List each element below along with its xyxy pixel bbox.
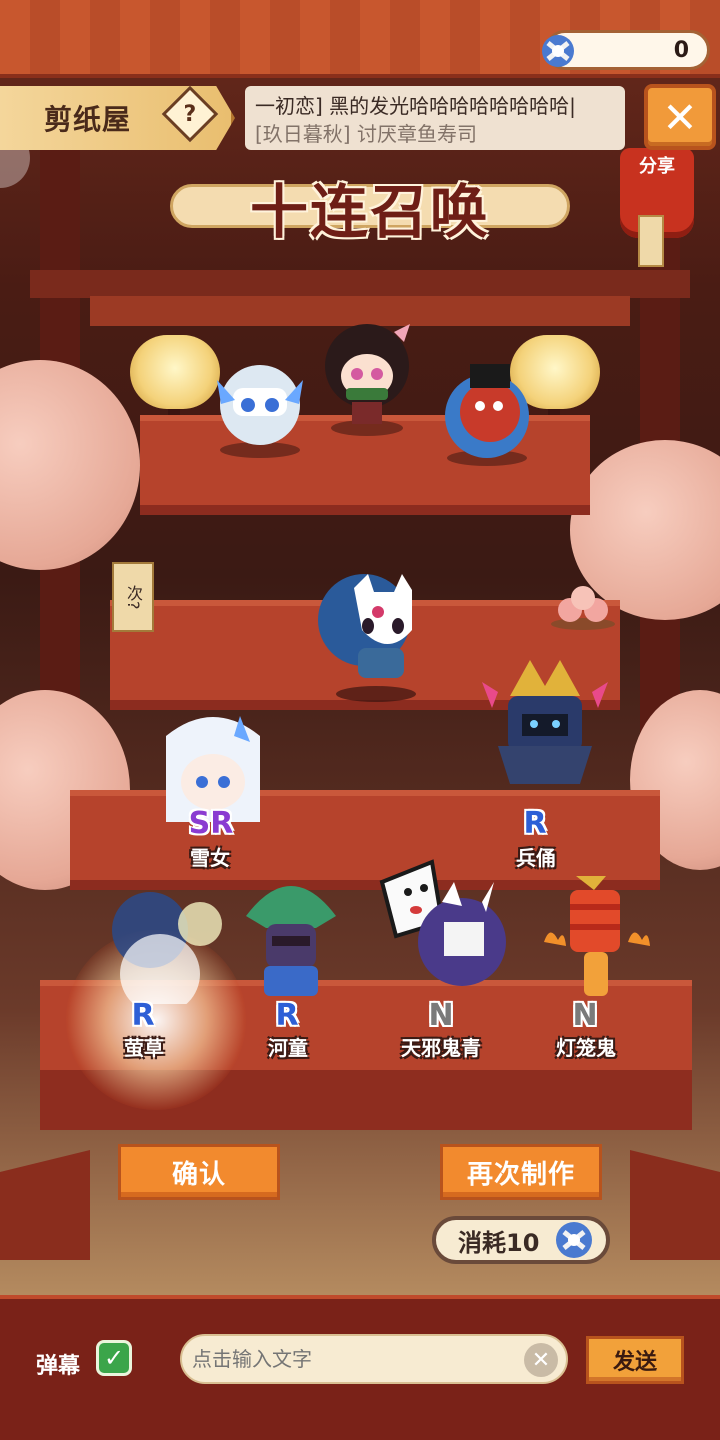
- dango-plate: [548, 586, 618, 632]
- cost-label: 消耗10: [458, 1228, 540, 1257]
- share-label: 分享: [639, 156, 675, 177]
- ticker-line: [玖日暮秋] 讨厌章鱼寿司: [255, 122, 477, 146]
- summon-name-hotarugusa: 萤草: [124, 1036, 164, 1060]
- page-title: 剪纸屋: [44, 103, 132, 136]
- token-counter: 0: [542, 30, 710, 70]
- character-red-demon: [432, 358, 542, 468]
- character-ice-spirit: [205, 360, 315, 460]
- danmu-toggle[interactable]: ✓: [96, 1340, 132, 1376]
- summon-name-amanojaku-ao: 天邪鬼青: [401, 1036, 481, 1060]
- summon-again-button[interactable]: 再次制作: [440, 1144, 602, 1200]
- rarity-badge-r: R: [131, 998, 155, 1033]
- fence-right: [630, 1150, 720, 1260]
- summon-card-6[interactable]: [536, 870, 656, 1010]
- fence-left: [0, 1150, 90, 1260]
- rarity-badge-n: N: [428, 998, 454, 1033]
- danmu-label: 弹幕: [36, 1354, 81, 1379]
- character-fox-mask: [316, 570, 436, 710]
- paper-doll-icon: [556, 1222, 592, 1258]
- side-sign: 次?: [112, 562, 154, 632]
- banner-title: 十连召唤: [249, 178, 490, 246]
- summon-card-2[interactable]: [480, 656, 610, 796]
- blossom-tree-left: [0, 360, 140, 570]
- close-icon: ✕: [662, 92, 698, 142]
- chat-input-field[interactable]: ✕: [180, 1334, 568, 1384]
- summon-card-5[interactable]: [372, 852, 512, 1002]
- summon-name-chochinobake: 灯笼鬼: [556, 1036, 616, 1060]
- token-count: 0: [673, 37, 689, 63]
- summon-card-4[interactable]: [236, 866, 346, 1006]
- share-tag: [638, 215, 664, 267]
- rarity-badge-sr: SR: [188, 806, 234, 841]
- summon-banner: 十连召唤: [170, 166, 570, 248]
- clear-input-icon[interactable]: ✕: [524, 1343, 558, 1377]
- rarity-badge-n: N: [572, 998, 598, 1033]
- rarity-badge-r: R: [275, 998, 299, 1033]
- summon-name-kappa: 河童: [268, 1036, 308, 1060]
- help-icon: ?: [183, 101, 197, 127]
- temple-beam: [30, 270, 690, 298]
- paper-doll-icon: [542, 35, 574, 67]
- ticker-line: 一初恋] 黑的发光哈哈哈哈哈哈哈哈|: [255, 94, 576, 118]
- chat-ticker: 一初恋] 黑的发光哈哈哈哈哈哈哈哈| [玖日暮秋] 讨厌章鱼寿司: [245, 86, 625, 150]
- rarity-badge-r: R: [523, 806, 547, 841]
- cost-indicator: 消耗10: [432, 1216, 610, 1264]
- confirm-button[interactable]: 确认: [118, 1144, 280, 1200]
- summon-card-3[interactable]: [100, 884, 230, 1004]
- game-scene: 次? SR 雪女 R 兵俑 R 萤草 R 河童 N 天邪鬼青 N 灯笼鬼 确认 …: [0, 0, 720, 1440]
- send-button[interactable]: 发送: [586, 1336, 684, 1384]
- character-demon-girl: [312, 318, 422, 438]
- close-button[interactable]: ✕: [644, 84, 716, 150]
- chat-input[interactable]: [192, 1347, 512, 1371]
